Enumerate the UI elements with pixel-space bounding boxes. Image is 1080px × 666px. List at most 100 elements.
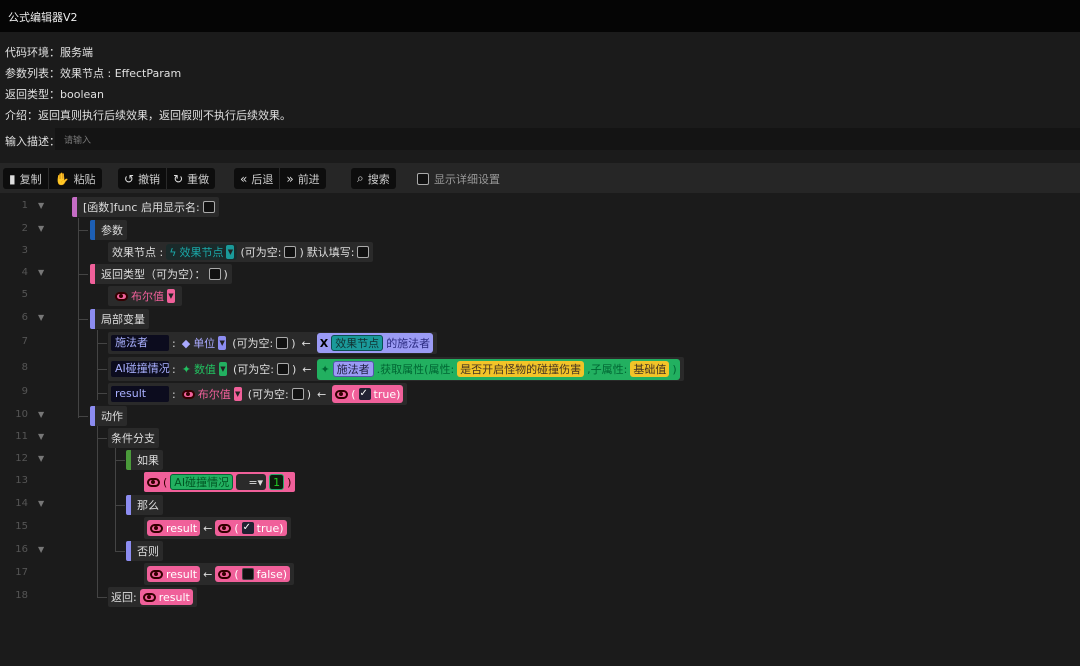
undo-icon: ↺: [124, 171, 135, 186]
result-var-chip[interactable]: result: [139, 589, 193, 605]
collision-var-chip[interactable]: AI碰撞情况: [170, 474, 234, 490]
fold-toggle-icon[interactable]: ▼: [38, 224, 44, 233]
number-type-select[interactable]: ✦ 数值 ▼: [179, 361, 230, 377]
param-type-label: 效果节点: [179, 246, 224, 259]
caster-expr[interactable]: Ⅹ 效果节点 的施法者: [316, 333, 434, 353]
return-nullable-checkbox[interactable]: [208, 268, 221, 280]
eye-icon: [150, 523, 163, 533]
nullable-checkbox[interactable]: [291, 388, 304, 400]
toolbar: ▮ 复制 ✋ 粘贴 ↺ 撤销 ↻ 重做 «后退 » 前进 ⌕ 搜索 显示详细设置: [0, 163, 1080, 193]
fold-toggle-icon[interactable]: ▼: [38, 545, 44, 554]
colon: :: [172, 336, 176, 350]
return-block[interactable]: 返回: result: [108, 587, 197, 607]
effect-node-chip[interactable]: 效果节点: [331, 335, 384, 351]
fold-toggle-icon[interactable]: ▼: [38, 499, 44, 508]
bool-literal-false[interactable]: (false): [215, 566, 291, 582]
fold-toggle-icon[interactable]: ▼: [38, 268, 44, 277]
false-checkbox[interactable]: [241, 568, 254, 580]
detail-checkbox[interactable]: [417, 173, 429, 185]
actions-block[interactable]: 动作: [90, 406, 127, 426]
result-label: result: [166, 521, 198, 535]
fold-toggle-icon[interactable]: ▼: [38, 432, 44, 441]
fold-toggle-icon[interactable]: ▼: [38, 313, 44, 322]
copy-button[interactable]: ▮ 复制: [3, 168, 49, 189]
assign-false[interactable]: result ← (false): [144, 563, 295, 585]
fold-toggle-icon[interactable]: ▼: [38, 410, 44, 419]
operator-select[interactable]: =▾: [236, 474, 267, 490]
eye-icon: [142, 592, 156, 602]
true-checkbox[interactable]: ✓: [241, 522, 254, 534]
chevron-down-icon: ▼: [233, 387, 242, 401]
chevron-down-icon: ▼: [218, 362, 227, 376]
fold-toggle-icon[interactable]: ▼: [38, 201, 44, 210]
number-literal[interactable]: 1: [269, 474, 285, 490]
return-type-block[interactable]: 返回类型（可为空）：): [90, 264, 232, 284]
nullable-checkbox[interactable]: [284, 246, 297, 258]
show-name-checkbox[interactable]: [202, 201, 215, 213]
then-block[interactable]: 那么: [126, 495, 163, 515]
detail-toggle[interactable]: 显示详细设置: [417, 171, 500, 187]
if-block[interactable]: 如果: [126, 450, 163, 470]
locals-block[interactable]: 局部变量: [90, 309, 149, 329]
attr-chip[interactable]: 是否开启怪物的碰撞伤害: [457, 361, 585, 377]
local-var-result[interactable]: result: 布尔值 ▼ (可为空:) ← (✓ true): [108, 383, 408, 405]
chevron-down-icon: ▼: [218, 336, 227, 350]
nullable-label: (可为空:: [240, 246, 282, 259]
var-name-input[interactable]: result: [111, 386, 169, 402]
bool-type-select[interactable]: 布尔值 ▼: [112, 288, 178, 304]
paste-button[interactable]: ✋ 粘贴: [49, 168, 102, 189]
assign-arrow: ←: [203, 567, 213, 581]
desc-input[interactable]: 请输入: [55, 128, 1080, 150]
back-button[interactable]: «后退: [234, 168, 281, 189]
assign-true[interactable]: result ← (✓ true): [144, 517, 291, 539]
param-row[interactable]: 效果节点 : ϟ 效果节点 ▼ (可为空:) 默认填写:: [108, 242, 374, 262]
local-var-collision[interactable]: AI碰撞情况: ✦ 数值 ▼ (可为空:) ← ✦ 施法者 .获取属性(属性: 是否开启怪…: [108, 357, 684, 381]
search-button[interactable]: ⌕ 搜索: [351, 168, 396, 189]
var-name-input[interactable]: 施法者: [111, 335, 169, 351]
bool-literal-true[interactable]: (✓ true): [332, 385, 404, 403]
fold-toggle-icon[interactable]: ▼: [38, 454, 44, 463]
param-type-select[interactable]: ϟ 效果节点 ▼: [166, 244, 238, 260]
bool-type-select[interactable]: 布尔值 ▼: [179, 386, 245, 402]
eye-icon: [218, 523, 232, 533]
local-var-caster[interactable]: 施法者: ◆ 单位 ▼ (可为空:) ← Ⅹ 效果节点 的施法者: [108, 332, 438, 354]
assign-arrow: ←: [301, 336, 311, 350]
undo-button[interactable]: ↺ 撤销: [118, 168, 168, 189]
nullable-checkbox[interactable]: [276, 337, 289, 349]
condition-expr[interactable]: ( AI碰撞情况 =▾ 1 ): [144, 472, 296, 492]
unit-type-select[interactable]: ◆ 单位 ▼: [179, 335, 229, 351]
code-env: 代码环境：服务端: [5, 46, 93, 59]
default-checkbox[interactable]: [357, 246, 370, 258]
else-block[interactable]: 否则: [126, 541, 163, 561]
forward-button[interactable]: » 前进: [280, 168, 325, 189]
result-var-chip[interactable]: result: [147, 520, 201, 536]
paren: ): [291, 336, 296, 350]
params-block[interactable]: 参数: [90, 220, 127, 240]
caster-var-chip[interactable]: 施法者: [332, 361, 374, 377]
branch-block[interactable]: 条件分支: [108, 428, 159, 448]
true-label: true): [256, 521, 284, 535]
return-type-row[interactable]: 布尔值 ▼: [108, 286, 182, 306]
nullable-checkbox[interactable]: [276, 363, 289, 375]
line-number: 6: [21, 312, 28, 323]
line-number: 10: [15, 409, 28, 420]
eye-icon: [218, 569, 232, 579]
locals-label: 局部变量: [101, 313, 145, 326]
bool-literal-true[interactable]: (✓ true): [215, 520, 287, 536]
false-label: false): [256, 567, 288, 581]
bool-label: 布尔值: [131, 290, 164, 303]
default-label: 默认填写:: [306, 246, 355, 259]
sub-attr-chip[interactable]: 基础值: [630, 361, 670, 377]
copy-icon: ▮: [9, 171, 16, 186]
number-icon: ✦: [320, 362, 330, 376]
search-icon: ⌕: [357, 171, 364, 185]
line-number: 17: [15, 567, 28, 578]
true-checkbox[interactable]: ✓: [358, 388, 371, 400]
line-number: 11: [15, 431, 28, 442]
get-attr-expr[interactable]: ✦ 施法者 .获取属性(属性: 是否开启怪物的碰撞伤害 ,子属性: 基础值): [317, 358, 680, 380]
redo-button[interactable]: ↻ 重做: [167, 168, 215, 189]
result-var-chip[interactable]: result: [147, 566, 201, 582]
function-block[interactable]: [函数]func 启用显示名:: [72, 197, 219, 217]
paren: ): [299, 245, 304, 259]
var-name-input[interactable]: AI碰撞情况: [111, 361, 170, 377]
